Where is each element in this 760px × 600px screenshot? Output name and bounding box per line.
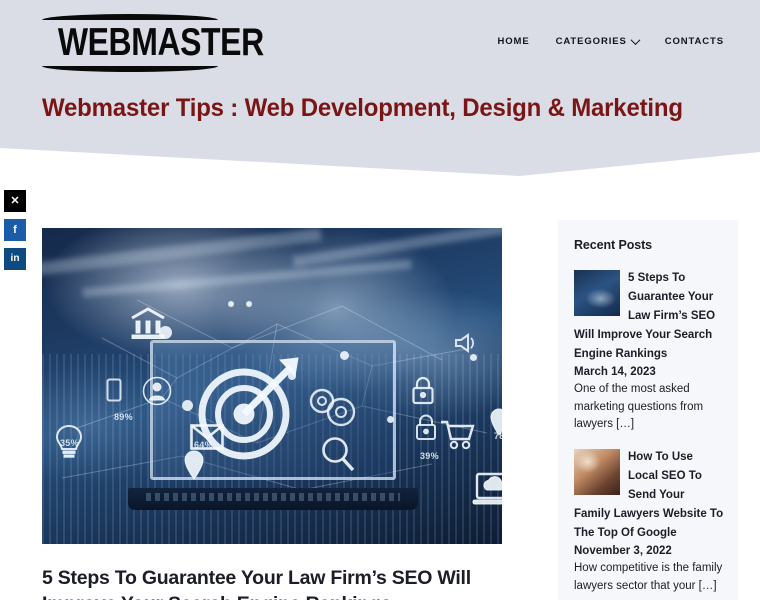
network-node-4 (288, 372, 296, 380)
recent-post-item: How To Use Local SEO To Send Your Family… (574, 447, 724, 595)
share-facebook-button[interactable]: f (4, 219, 26, 241)
linkedin-icon: in (10, 253, 20, 264)
article-title[interactable]: 5 Steps To Guarantee Your Law Firm’s SEO… (42, 566, 502, 600)
recent-post-date: November 3, 2022 (574, 545, 672, 558)
site-logo[interactable]: WEBMASTER (42, 14, 264, 72)
shopping-cart-icon (441, 420, 475, 450)
padlock-icon-right (412, 376, 434, 405)
x-twitter-icon: ✕ (10, 194, 20, 207)
main-content: 89% 64% 35% 39% 78% 5 Steps To Guarantee… (42, 228, 502, 600)
recent-post-excerpt: One of the most asked marketing question… (574, 383, 704, 430)
logo-top-bar (42, 14, 218, 20)
nav-item-categories-label: CATEGORIES (555, 36, 627, 47)
page-root: WEBMASTER HOME CATEGORIES CONTACTS Webma… (0, 0, 760, 600)
logo-bottom-bar (42, 66, 218, 72)
network-node-5 (387, 416, 394, 423)
network-node-8 (470, 354, 477, 361)
network-node-6 (182, 400, 193, 411)
network-node-1 (159, 326, 172, 339)
hero-label-39: 39% (420, 451, 439, 461)
page-title: Webmaster Tips : Web Development, Design… (42, 94, 683, 122)
map-pin-icon-left (184, 450, 204, 480)
nav-item-home[interactable]: HOME (498, 36, 530, 47)
user-profile-icon (142, 376, 172, 406)
hero-label-64: 64% (194, 440, 213, 450)
search-magnifier-icon (322, 437, 355, 472)
share-linkedin-button[interactable]: in (4, 248, 26, 270)
recent-post-date: March 14, 2023 (574, 366, 656, 379)
nav-item-categories[interactable]: CATEGORIES (555, 35, 641, 47)
recent-post-excerpt: How competitive is the family lawyers se… (574, 562, 723, 592)
header-inner: WEBMASTER HOME CATEGORIES CONTACTS Webma… (0, 0, 760, 176)
gears-settings-icon (309, 388, 356, 427)
cloud-laptop-icon (472, 472, 502, 505)
padlock-icon-secondary (416, 414, 436, 440)
share-x-twitter-button[interactable]: ✕ (4, 190, 26, 212)
network-node-2 (228, 301, 234, 307)
site-header: WEBMASTER HOME CATEGORIES CONTACTS Webma… (0, 0, 760, 176)
recent-post-item: 5 Steps To Guarantee Your Law Firm’s SEO… (574, 268, 724, 433)
nav-item-home-label: HOME (497, 36, 530, 47)
recent-post-thumbnail[interactable] (574, 270, 620, 316)
main-navigation: HOME CATEGORIES CONTACTS (498, 35, 725, 47)
sidebar: Recent Posts 5 Steps To Guarantee Your L… (558, 220, 738, 600)
recent-posts-widget-title: Recent Posts (574, 238, 652, 252)
hero-label-35: 35% (60, 438, 79, 448)
chevron-down-icon (630, 35, 641, 46)
social-share-rail: ✕ f in (4, 190, 26, 277)
mobile-device-icon (106, 378, 122, 402)
hero-label-78: 78% (494, 431, 502, 441)
network-node-7 (340, 351, 349, 360)
logo-text: WEBMASTER (57, 21, 264, 64)
nav-item-contacts-label: CONTACTS (664, 36, 724, 47)
hero-image: 89% 64% 35% 39% 78% (42, 228, 502, 544)
speaker-broadcast-icon (455, 333, 474, 353)
laptop-base (128, 488, 418, 510)
nav-item-contacts[interactable]: CONTACTS (665, 36, 724, 47)
recent-post-thumbnail[interactable] (574, 449, 620, 496)
facebook-icon: f (13, 223, 17, 236)
laptop-keyboard (146, 493, 400, 501)
network-node-3 (246, 301, 252, 307)
hero-label-89: 89% (114, 412, 133, 422)
